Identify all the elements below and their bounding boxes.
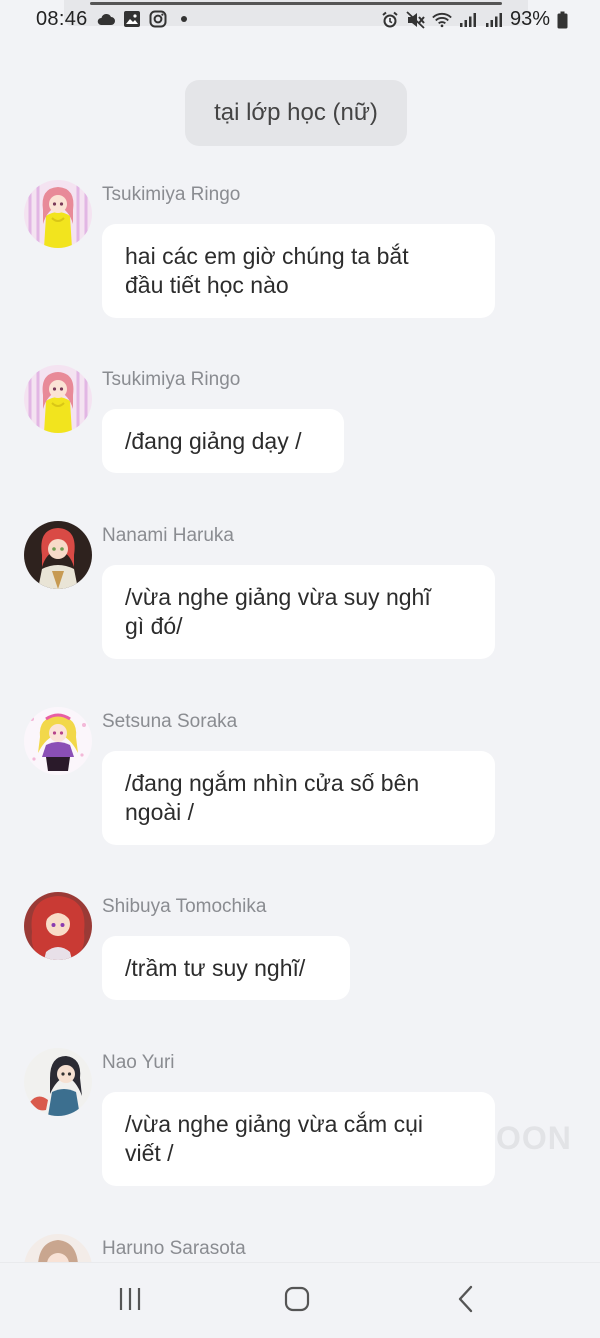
back-icon	[455, 1285, 477, 1318]
cloud-icon	[96, 9, 116, 29]
image-icon	[122, 9, 142, 29]
sender-name: Nanami Haruka	[102, 525, 234, 546]
sender-name: Tsukimiya Ringo	[102, 369, 241, 390]
signal-icon	[484, 10, 504, 30]
status-time: 08:46	[36, 8, 88, 30]
status-left-icons	[96, 9, 194, 29]
message-text-line: ngoài /	[125, 799, 195, 825]
message-text-line: /vừa nghe giảng vừa cắm cụi	[125, 1111, 424, 1137]
message-text-line: viết /	[125, 1140, 174, 1166]
recent-apps-icon	[117, 1286, 143, 1317]
watermark: OON	[496, 1120, 572, 1156]
sender-name: Setsuna Soraka	[102, 711, 238, 732]
message-bubble: hai các em giờ chúng ta bắt đầu tiết học…	[102, 224, 495, 318]
message-bubble: /trầm tư suy nghĩ/	[102, 936, 350, 1000]
message-bubble: /đang ngắm nhìn cửa số bên ngoài /	[102, 751, 495, 845]
message-text-line: /đang ngắm nhìn cửa số bên	[125, 770, 420, 796]
home-button[interactable]	[277, 1281, 317, 1321]
status-bar: 08:46 93%	[0, 0, 600, 40]
sender-name: Nao Yuri	[102, 1052, 175, 1073]
avatar[interactable]	[24, 180, 92, 248]
battery-icon	[556, 10, 568, 30]
sender-name: Shibuya Tomochika	[102, 896, 267, 917]
message-bubble: /đang giảng dạy /	[102, 409, 344, 473]
back-button[interactable]	[446, 1281, 486, 1321]
recent-apps-button[interactable]	[110, 1281, 150, 1321]
signal-icon	[458, 10, 478, 30]
message-bubble: /vừa nghe giảng vừa suy nghĩ gì đó/	[102, 565, 495, 659]
battery-percent: 93%	[509, 8, 550, 30]
message-text-line: hai các em giờ chúng ta bắt	[125, 243, 409, 269]
status-right: 93%	[380, 8, 568, 31]
message-text-line: gì đó/	[125, 613, 183, 639]
navigation-bar	[0, 1262, 600, 1338]
mute-icon	[406, 10, 426, 30]
scene-label: tại lớp học (nữ)	[185, 80, 407, 146]
avatar[interactable]	[24, 707, 92, 775]
home-icon	[283, 1285, 311, 1318]
message-text-line: đầu tiết học nào	[125, 272, 289, 298]
message-text-line: /trầm tư suy nghĩ/	[125, 955, 306, 981]
chat-screen: 08:46 93% tại lớp học (nữ) Tsukimiya Rin…	[0, 0, 600, 1338]
wifi-icon	[432, 10, 452, 30]
message-text-line: /đang giảng dạy /	[125, 428, 302, 454]
sender-name: Tsukimiya Ringo	[102, 184, 241, 205]
avatar[interactable]	[24, 1048, 92, 1116]
message-bubble: /vừa nghe giảng vừa cắm cụi viết /	[102, 1092, 495, 1186]
instagram-icon	[148, 9, 168, 29]
sender-name: Haruno Sarasota	[102, 1238, 246, 1259]
alarm-icon	[380, 10, 400, 30]
message-text-line: /vừa nghe giảng vừa suy nghĩ	[125, 584, 431, 610]
avatar[interactable]	[24, 892, 92, 960]
avatar[interactable]	[24, 521, 92, 589]
dot-icon	[174, 9, 194, 29]
avatar[interactable]	[24, 365, 92, 433]
